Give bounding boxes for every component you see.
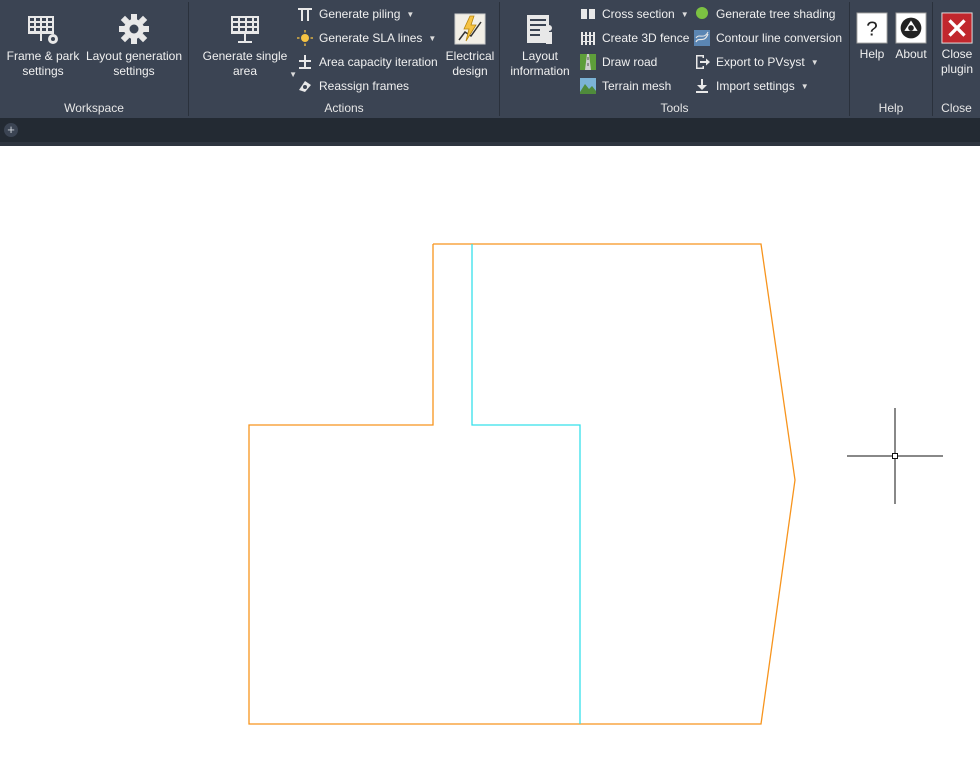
plus-minus-icon xyxy=(299,55,311,69)
fence-icon xyxy=(581,32,595,45)
tools-panel: Layout information Cross section ▼ Creat… xyxy=(500,0,849,118)
contour-icon xyxy=(694,30,710,46)
cross-section-icon xyxy=(581,7,595,21)
lightning-bolt-icon xyxy=(454,13,486,45)
add-tab-button[interactable]: + xyxy=(4,123,18,137)
chevron-down-icon[interactable]: ▼ xyxy=(406,10,414,19)
reassign-icon xyxy=(299,81,311,92)
contour-line-conversion-label: Contour line conversion xyxy=(716,31,843,45)
workspace-panel-title: Workspace xyxy=(64,101,124,115)
actions-panel: Generate single area ▼ Generate piling ▼… xyxy=(189,0,499,118)
chevron-down-icon[interactable]: ▼ xyxy=(428,34,436,43)
generate-piling-button[interactable]: Generate piling ▼ xyxy=(297,4,414,24)
workspace-panel: Frame & park settings Layout generation … xyxy=(0,0,188,118)
actions-panel-title: Actions xyxy=(324,101,364,115)
chevron-down-icon[interactable]: ▼ xyxy=(289,67,297,82)
electrical-design-label: Electrical design xyxy=(445,49,495,78)
generate-sla-lines-label: Generate SLA lines xyxy=(319,31,423,45)
chevron-down-icon[interactable]: ▼ xyxy=(811,58,819,67)
export-to-pvsyst-button[interactable]: Export to PVsyst ▼ xyxy=(694,52,819,72)
close-plugin-label: Close plugin xyxy=(940,47,974,76)
layout-generation-settings-label: Layout generation settings xyxy=(85,49,183,78)
sun-icon xyxy=(297,30,313,46)
generate-sla-lines-button[interactable]: Generate SLA lines ▼ xyxy=(297,28,436,48)
drawing-canvas[interactable] xyxy=(0,146,980,759)
create-3d-fence-button[interactable]: Create 3D fence xyxy=(580,28,689,48)
document-info-icon xyxy=(527,15,552,44)
piling-icon xyxy=(298,8,312,21)
reassign-frames-button[interactable]: Reassign frames xyxy=(297,76,409,96)
cross-section-button[interactable]: Cross section ▼ xyxy=(580,4,689,24)
help-panel-title: Help xyxy=(878,101,904,115)
draw-road-button[interactable]: Draw road xyxy=(580,52,657,72)
terrain-mesh-label: Terrain mesh xyxy=(602,79,672,93)
road-icon xyxy=(580,54,596,70)
svg-text:?: ? xyxy=(866,18,878,41)
solar-panel-gear-icon xyxy=(28,16,58,44)
solar-panel-icon xyxy=(231,16,259,43)
terrain-icon xyxy=(580,78,596,94)
help-button[interactable]: ? Help xyxy=(854,12,890,62)
area-capacity-iteration-button[interactable]: Area capacity iteration xyxy=(297,52,438,72)
ribbon: Frame & park settings Layout generation … xyxy=(0,0,980,118)
reassign-frames-label: Reassign frames xyxy=(319,79,410,93)
generate-piling-label: Generate piling xyxy=(319,7,401,21)
layout-information-label: Layout information xyxy=(510,49,570,78)
document-tab-bar: + xyxy=(0,118,980,142)
close-icon xyxy=(941,12,973,44)
frame-park-settings-label: Frame & park settings xyxy=(6,49,80,78)
tools-panel-title: Tools xyxy=(660,101,689,115)
area-capacity-iteration-label: Area capacity iteration xyxy=(319,55,438,69)
create-3d-fence-label: Create 3D fence xyxy=(602,31,690,45)
chevron-down-icon[interactable]: ▼ xyxy=(681,10,689,19)
generate-tree-shading-button[interactable]: Generate tree shading xyxy=(694,4,835,24)
help-panel: ? Help About Help xyxy=(850,0,932,118)
crosshair-cursor xyxy=(847,408,943,504)
help-label: Help xyxy=(859,47,885,61)
draw-road-label: Draw road xyxy=(602,55,658,69)
chevron-down-icon[interactable]: ▼ xyxy=(801,82,809,91)
gear-icon xyxy=(119,14,149,44)
export-to-pvsyst-label: Export to PVsyst xyxy=(716,55,805,69)
about-label: About xyxy=(895,47,927,61)
site-boundary[interactable] xyxy=(248,243,796,725)
layout-generation-settings-button[interactable]: Layout generation settings xyxy=(84,12,184,79)
terrain-mesh-button[interactable]: Terrain mesh xyxy=(580,76,671,96)
contour-line-conversion-button[interactable]: Contour line conversion xyxy=(694,28,842,48)
about-logo-icon xyxy=(895,12,927,44)
frame-park-settings-button[interactable]: Frame & park settings xyxy=(4,12,82,79)
close-plugin-button[interactable]: Close plugin xyxy=(936,12,978,77)
generate-tree-shading-label: Generate tree shading xyxy=(716,7,836,21)
tree-icon xyxy=(696,7,708,19)
electrical-design-button[interactable]: Electrical design xyxy=(443,12,497,79)
about-button[interactable]: About xyxy=(892,12,930,62)
close-panel: Close plugin Close xyxy=(933,0,980,118)
layout-information-button[interactable]: Layout information xyxy=(506,12,574,79)
import-settings-label: Import settings xyxy=(716,79,795,93)
download-icon xyxy=(696,79,708,93)
generate-single-area-label: Generate single area xyxy=(202,49,288,78)
import-settings-button[interactable]: Import settings ▼ xyxy=(694,76,809,96)
generate-single-area-button[interactable]: Generate single area ▼ xyxy=(197,12,297,79)
close-panel-title: Close xyxy=(941,101,972,115)
cross-section-label: Cross section xyxy=(602,7,675,21)
area-divider-line[interactable] xyxy=(471,244,581,724)
export-icon xyxy=(696,55,710,69)
question-mark-icon: ? xyxy=(856,12,888,44)
